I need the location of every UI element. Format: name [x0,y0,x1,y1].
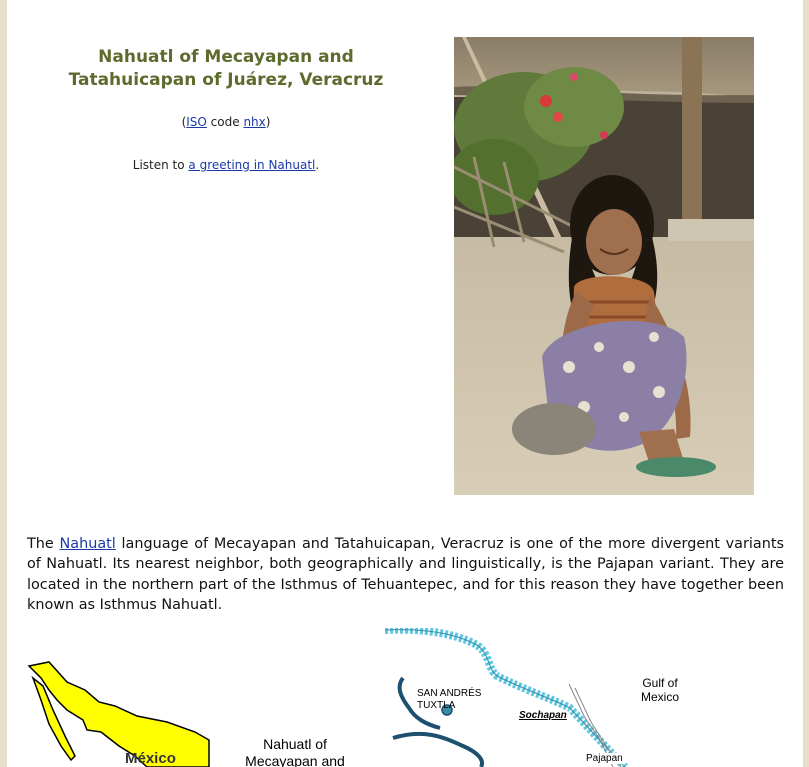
mexico-label: México [125,750,176,767]
title-line-2: Tatahuicapan of Juárez, Veracruz [68,70,384,90]
greeting-audio-link[interactable]: a greeting in Nahuatl [188,158,315,172]
map-caption-line-1: Nahuatl of [263,736,327,752]
nahuatl-link[interactable]: Nahuatl [60,536,116,552]
map-caption-line-2: Mecayapan and [245,753,345,767]
iso-link[interactable]: ISO [186,115,207,129]
iso-code-line: (ISO code nhx) [47,115,405,129]
sochapan-label: Sochapan [519,710,567,721]
san-andres-line-2: TUXTLA [417,700,456,711]
listen-suffix: . [315,158,320,172]
para-before: The [27,536,60,552]
gulf-line-1: Gulf of [642,676,678,690]
page-content: Nahuatl of Mecayapan and Tatahuicapan of… [7,0,803,767]
pajapan-label: Pajapan [584,753,625,764]
iso-code-text: code [206,115,244,129]
page-title: Nahuatl of Mecayapan and Tatahuicapan of… [47,46,405,92]
gulf-line-2: Mexico [641,690,680,704]
map-caption: Nahuatl of Mecayapan and [235,736,355,767]
maps-area: México Nahuatl of Mecayapan and SAN ANDR… [7,620,803,767]
para-after: language of Mecayapan and Tatahuicapan, … [27,536,784,613]
nhx-code-link[interactable]: nhx [243,115,265,129]
title-line-1: Nahuatl of Mecayapan and [98,47,354,67]
gulf-of-mexico-label: Gulf of Mexico [641,676,679,704]
san-andres-line-1: SAN ANDRÉS [417,688,482,699]
intro-paragraph: The Nahuatl language of Mecayapan and Ta… [27,534,784,615]
mexico-map [27,661,210,767]
girl-photo [454,37,754,495]
san-andres-label: SAN ANDRÉS TUXTLA [417,688,481,712]
iso-close-paren: ) [265,115,271,129]
listen-line: Listen to a greeting in Nahuatl. [47,158,405,172]
listen-prefix: Listen to [132,158,189,172]
